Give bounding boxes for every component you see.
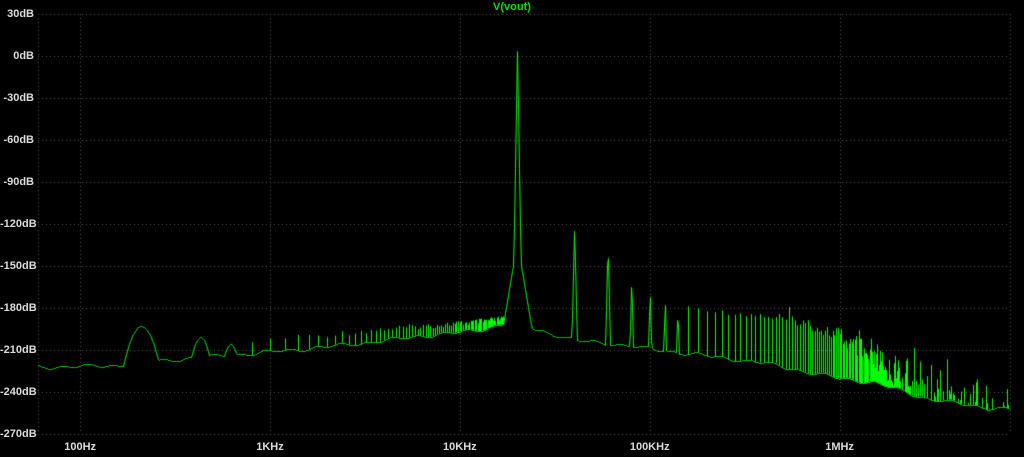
trace-title[interactable]: V(vout) [0,1,1024,13]
y-tick-label: 30dB [0,8,34,20]
waveform-viewer: V(vout) 30dB 0dB -30dB -60dB -90dB -120dB -150… [0,0,1024,457]
y-tick-label: -210dB [0,344,34,356]
y-tick-label: -150dB [0,260,34,272]
x-tick-label: 100KHz [630,441,670,453]
y-tick-label: -30dB [0,92,34,104]
y-tick-label: -60dB [0,134,34,146]
x-tick-label: 100Hz [64,441,96,453]
y-tick-label: -270dB [0,428,34,440]
y-tick-label: -240dB [0,386,34,398]
y-tick-label: -120dB [0,218,34,230]
fft-plot-canvas[interactable] [0,0,1024,457]
x-tick-label: 1MHz [825,441,854,453]
x-tick-label: 1KHz [256,441,284,453]
y-tick-label: 0dB [0,50,34,62]
y-tick-label: -90dB [0,176,34,188]
x-tick-label: 10KHz [443,441,477,453]
y-tick-label: -180dB [0,302,34,314]
